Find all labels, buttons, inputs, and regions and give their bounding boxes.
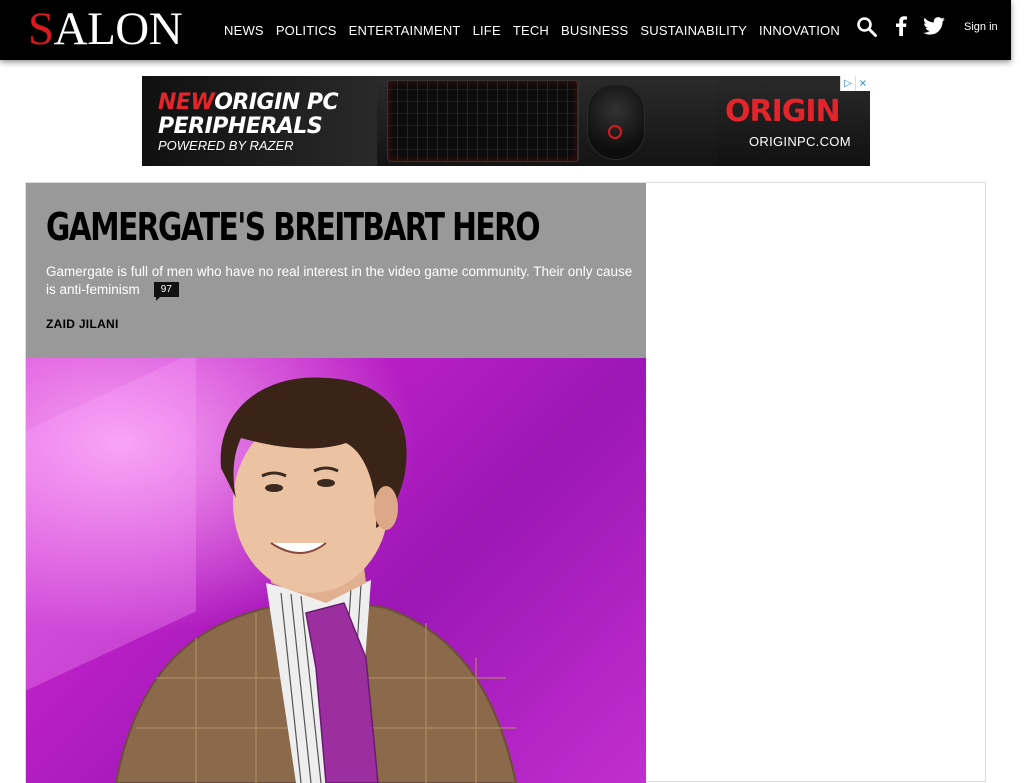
- ad-headline-rest: ORIGIN PC: [214, 90, 339, 115]
- article-dek-text: Gamergate is full of men who have no rea…: [46, 264, 633, 297]
- ad-choices: ▷ ×: [840, 76, 870, 91]
- twitter-icon[interactable]: [923, 17, 945, 35]
- nav-item-business[interactable]: BUSINESS: [561, 23, 628, 38]
- ad-headline: NEWORIGIN PC: [158, 90, 339, 115]
- article-dek: Gamergate is full of men who have no rea…: [46, 263, 636, 301]
- article-header: GAMERGATE'S BREITBART HERO Gamergate is …: [26, 183, 646, 358]
- ad-url: ORIGINPC.COM: [749, 134, 851, 149]
- site-header: SALON NEWS POLITICS ENTERTAINMENT LIFE T…: [0, 0, 1011, 60]
- mouse-image: [587, 84, 645, 160]
- ad-close-icon[interactable]: ×: [855, 76, 870, 91]
- ad-headline-line2: PERIPHERALS: [158, 114, 323, 139]
- search-icon[interactable]: [856, 16, 878, 38]
- ad-choices-icon[interactable]: ▷: [840, 76, 855, 91]
- nav-item-life[interactable]: LIFE: [473, 23, 501, 38]
- keyboard-image: [387, 80, 579, 162]
- article-photo[interactable]: [26, 358, 646, 783]
- main-nav: NEWS POLITICS ENTERTAINMENT LIFE TECH BU…: [224, 0, 840, 60]
- ad-product-image: [377, 76, 717, 166]
- ad-copy-panel: NEWORIGIN PC PERIPHERALS POWERED BY RAZE…: [142, 76, 382, 166]
- sign-in-link[interactable]: Sign in: [964, 21, 998, 33]
- nav-item-innovation[interactable]: INNOVATION: [759, 23, 840, 38]
- facebook-icon[interactable]: [895, 16, 907, 36]
- ad-headline-new: NEW: [158, 90, 215, 115]
- nav-item-sustainability[interactable]: SUSTAINABILITY: [640, 23, 747, 38]
- logo-rest: ALON: [53, 3, 183, 55]
- nav-item-tech[interactable]: TECH: [513, 23, 549, 38]
- ad-brand-logo: ORIGIN: [725, 94, 841, 129]
- article-card: GAMERGATE'S BREITBART HERO Gamergate is …: [25, 182, 986, 783]
- nav-item-news[interactable]: NEWS: [224, 23, 264, 38]
- ad-banner[interactable]: NEWORIGIN PC PERIPHERALS POWERED BY RAZE…: [142, 76, 870, 166]
- article-byline[interactable]: ZAID JILANI: [46, 317, 119, 331]
- person-illustration: [114, 377, 518, 783]
- ad-powered-by: POWERED BY RAZER: [158, 138, 294, 153]
- salon-logo[interactable]: SALON: [28, 0, 183, 60]
- article-headline[interactable]: GAMERGATE'S BREITBART HERO: [46, 205, 541, 249]
- logo-s: S: [28, 3, 54, 55]
- comment-count-badge[interactable]: 97: [153, 282, 179, 301]
- nav-item-entertainment[interactable]: ENTERTAINMENT: [349, 23, 461, 38]
- nav-item-politics[interactable]: POLITICS: [276, 23, 337, 38]
